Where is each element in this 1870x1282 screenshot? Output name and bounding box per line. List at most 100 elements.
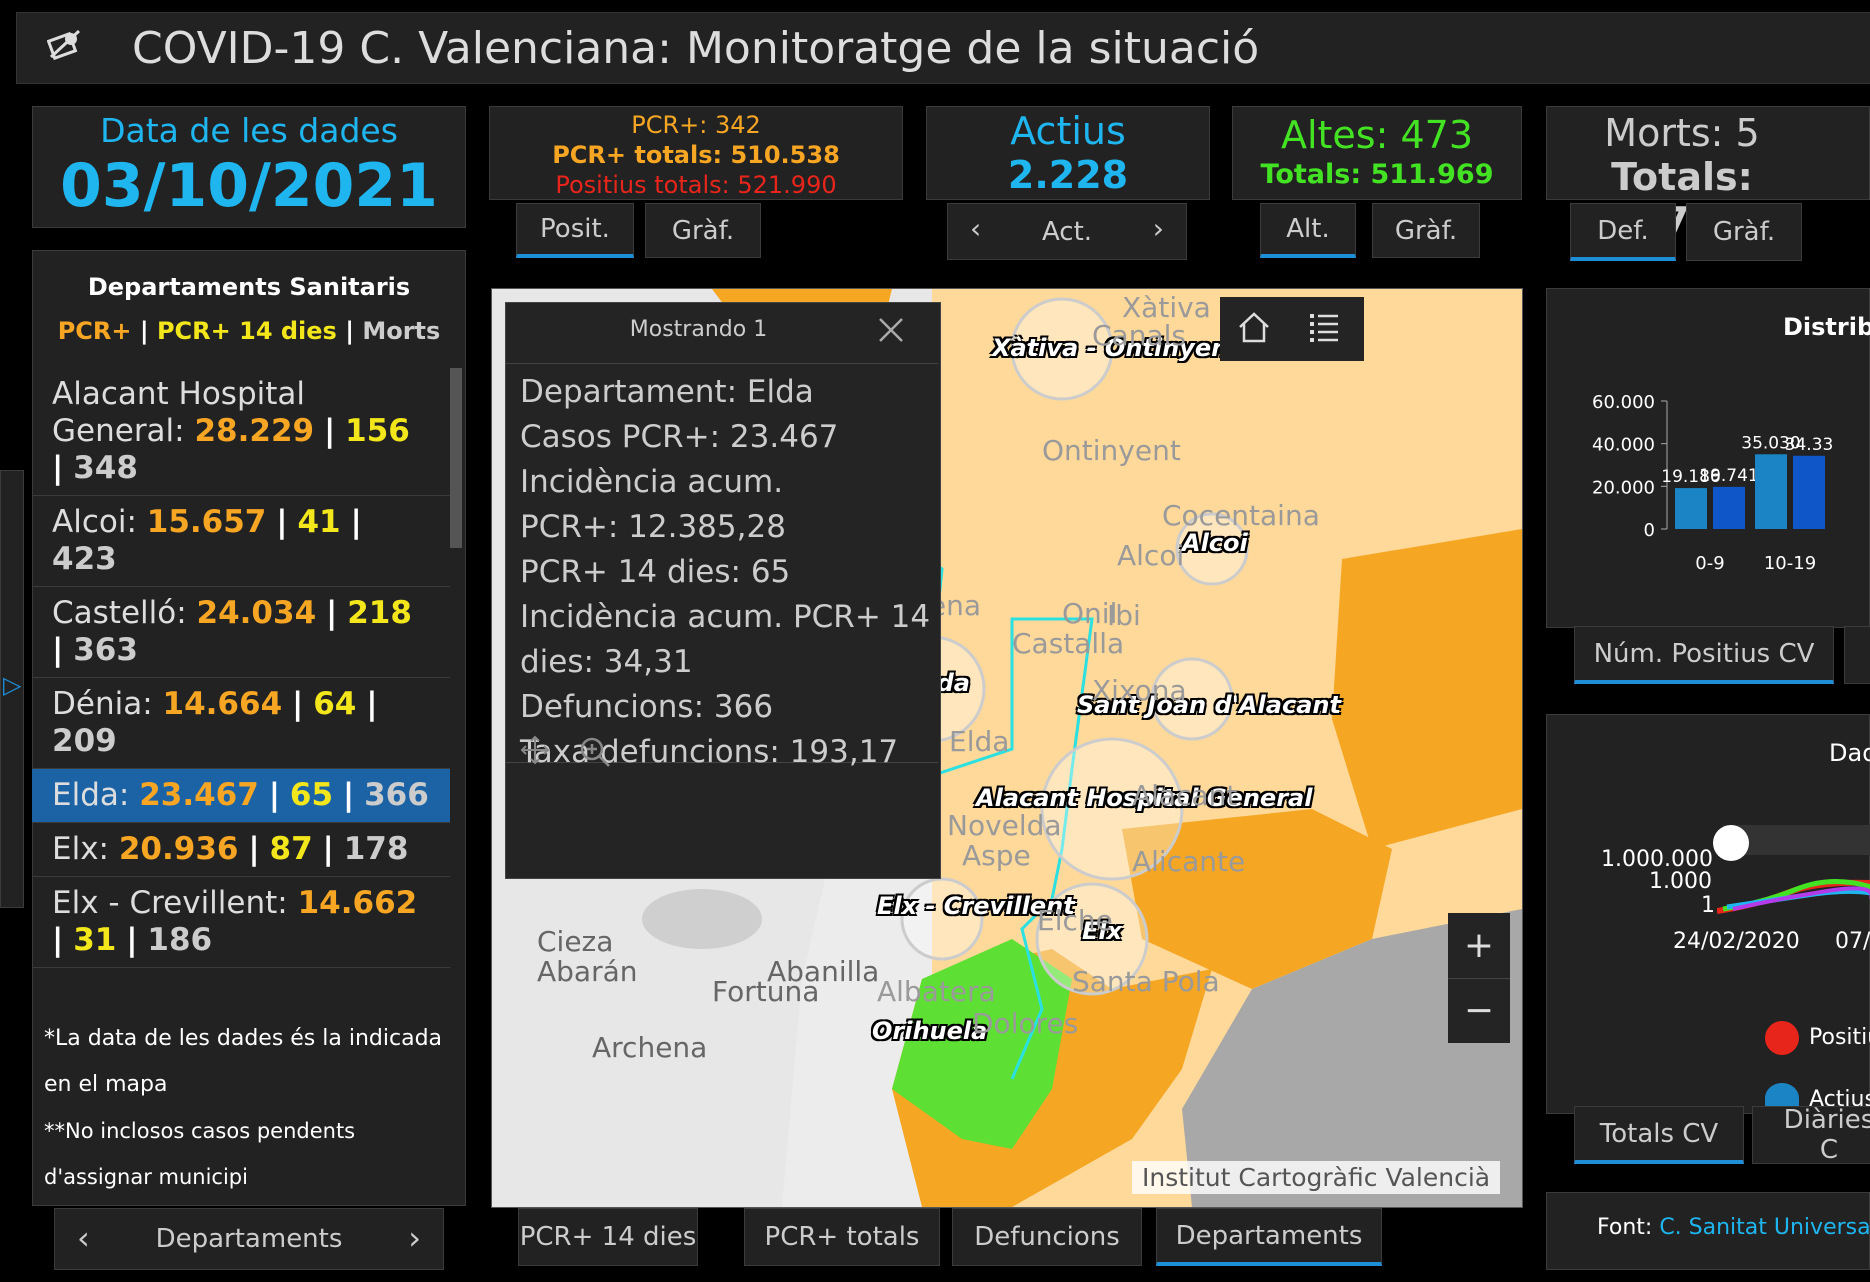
tab-morts-graf[interactable]: Gràf.	[1686, 203, 1802, 261]
tab-chart-next[interactable]	[1844, 626, 1870, 684]
tab-positius-graf[interactable]: Gràf.	[645, 203, 761, 258]
dept-row[interactable]: Alacant Hospital General: 28.229 | 156 |…	[32, 368, 450, 496]
dept-pcr14: 87	[269, 831, 313, 867]
place-name: Canals	[1092, 319, 1186, 352]
dept-sep: |	[52, 922, 64, 958]
home-icon[interactable]	[1236, 309, 1272, 349]
departaments-note1: *La data de les dades és la indicada en …	[44, 1026, 443, 1097]
tab-act[interactable]: Act.	[1042, 217, 1092, 247]
map-attribution: Institut Cartogràfic Valencià	[1132, 1161, 1501, 1194]
zoom-out-button[interactable]: −	[1448, 979, 1510, 1043]
tab-departaments[interactable]: Departaments	[1156, 1208, 1382, 1266]
next-arrow-icon[interactable]: ›	[1153, 212, 1164, 245]
date-panel: Data de les dades 03/10/2021	[32, 106, 466, 228]
dept-name: Castelló:	[52, 595, 187, 631]
dept-pcr14: 218	[347, 595, 412, 631]
place-name: Novelda	[947, 809, 1062, 842]
actius-nav: ‹ Act. ›	[947, 203, 1187, 260]
map-label[interactable]: Orihuela	[872, 1017, 987, 1045]
prev-arrow-icon[interactable]: ‹	[970, 212, 981, 245]
place-name: Archena	[592, 1031, 708, 1064]
source-link[interactable]: C. Sanitat Universa	[1659, 1215, 1870, 1240]
dept-morts: 348	[73, 450, 138, 486]
timeline-date: 07/	[1835, 929, 1870, 954]
tab-alt[interactable]: Alt.	[1260, 203, 1356, 258]
dept-pcr: 14.662	[297, 885, 418, 921]
dept-row[interactable]: Dénia: 14.664 | 64 | 209	[32, 678, 450, 769]
chart-bar[interactable]	[1713, 486, 1745, 529]
tab-posit[interactable]: Posit.	[516, 203, 634, 258]
chart-svg: 60.00040.00020.000019.18619.7410-935.030…	[1592, 392, 1833, 574]
dept-row[interactable]: Castelló: 24.034 | 218 | 363	[32, 587, 450, 678]
pan-to-icon[interactable]	[520, 735, 550, 769]
date-label: Data de les dades	[100, 111, 398, 150]
place-name: Ibi	[1107, 599, 1141, 632]
place-name: Albatera	[877, 975, 996, 1008]
y-tick-label: 20.000	[1592, 477, 1655, 498]
timeline-title: Dad	[1829, 739, 1870, 767]
page-title: COVID-19 C. Valenciana: Monitoratge de l…	[132, 23, 1260, 74]
timeline-slider-handle[interactable]	[1713, 825, 1749, 861]
dept-morts: 366	[364, 777, 429, 813]
actius-value: 2.228	[1007, 153, 1129, 197]
zoom-to-icon[interactable]	[578, 735, 612, 773]
side-expand-handle[interactable]: ▷	[0, 470, 24, 908]
close-icon[interactable]	[876, 315, 906, 349]
chart-bar[interactable]	[1793, 455, 1825, 529]
popup-line: Defuncions: 366	[520, 689, 774, 725]
list-scrollbar[interactable]	[450, 368, 462, 548]
altes-total: Totals: 511.969	[1260, 159, 1494, 190]
layer-list-icon[interactable]	[1308, 311, 1340, 347]
dept-row[interactable]: Elx: 20.936 | 87 | 178	[32, 823, 450, 877]
dept-sep: |	[52, 632, 64, 668]
tab-pcr14[interactable]: PCR+ 14 dies	[518, 1208, 698, 1266]
bar-value-label: 19.741	[1699, 466, 1758, 486]
prev-arrow-icon[interactable]: ‹	[77, 1219, 90, 1257]
tab-altes-graf[interactable]: Gràf.	[1372, 203, 1480, 258]
dept-morts: 423	[52, 541, 117, 577]
chart-bar[interactable]	[1675, 488, 1707, 529]
dept-name: Elx - Crevillent:	[52, 885, 288, 921]
dept-pcr: 24.034	[196, 595, 317, 631]
place-name: Aspe	[962, 839, 1031, 872]
departaments-nav: ‹ Departaments ›	[54, 1208, 444, 1270]
pcr-total: PCR+ totals: 510.538	[552, 141, 840, 169]
next-arrow-icon[interactable]: ›	[408, 1219, 421, 1257]
legend-morts: Morts	[362, 317, 441, 345]
popup-line: Incidència acum. PCR+ 14	[520, 599, 931, 635]
tab-defuncions[interactable]: Defuncions	[952, 1208, 1142, 1266]
dept-sep: |	[126, 922, 138, 958]
dept-sep: |	[350, 504, 362, 540]
x-tick-label: 0-9	[1695, 553, 1724, 574]
actius-label: Actius	[1010, 109, 1126, 153]
chart-bar[interactable]	[1755, 454, 1787, 529]
dept-pcr14: 65	[289, 777, 334, 813]
tab-totals-cv[interactable]: Totals CV	[1574, 1106, 1744, 1164]
tab-diaries-cv[interactable]: Diàries C	[1752, 1105, 1870, 1165]
dept-row[interactable]: Elx - Crevillent: 14.662 | 31 | 186	[32, 877, 450, 968]
tab-num-positius[interactable]: Núm. Positius CV	[1574, 626, 1834, 684]
departaments-nav-label[interactable]: Departaments	[156, 1224, 343, 1254]
dept-sep: |	[292, 686, 304, 722]
dept-sep: |	[248, 831, 260, 867]
popup-line: PCR+ 14 dies: 65	[520, 554, 791, 590]
tab-pcr-totals[interactable]: PCR+ totals	[744, 1208, 940, 1266]
legend-positius-dot	[1765, 1021, 1799, 1055]
departaments-list: Alacant Hospital General: 28.229 | 156 |…	[32, 368, 450, 998]
map-label[interactable]: Alcoi	[1182, 529, 1248, 557]
departaments-legend: PCR+ | PCR+ 14 dies | Morts	[33, 317, 465, 345]
timeline-lines	[1717, 878, 1870, 914]
place-name: Fortuna	[712, 975, 820, 1008]
positius-total: Positius totals: 521.990	[555, 171, 837, 199]
zoom-in-button[interactable]: +	[1448, 913, 1510, 979]
virus-logo-icon	[46, 27, 83, 63]
dept-pcr14: 31	[73, 922, 117, 958]
place-name: Ontinyent	[1042, 434, 1181, 467]
place-name: Santa Pola	[1072, 965, 1220, 998]
tab-def[interactable]: Def.	[1570, 203, 1676, 261]
place-name: Alicante	[1132, 845, 1246, 878]
place-name: Cocentaina	[1162, 499, 1320, 532]
actius-panel: Actius 2.228	[926, 106, 1210, 200]
dept-row[interactable]: Alcoi: 15.657 | 41 | 423	[32, 496, 450, 587]
dept-row[interactable]: Elda: 23.467 | 65 | 366	[32, 769, 450, 823]
